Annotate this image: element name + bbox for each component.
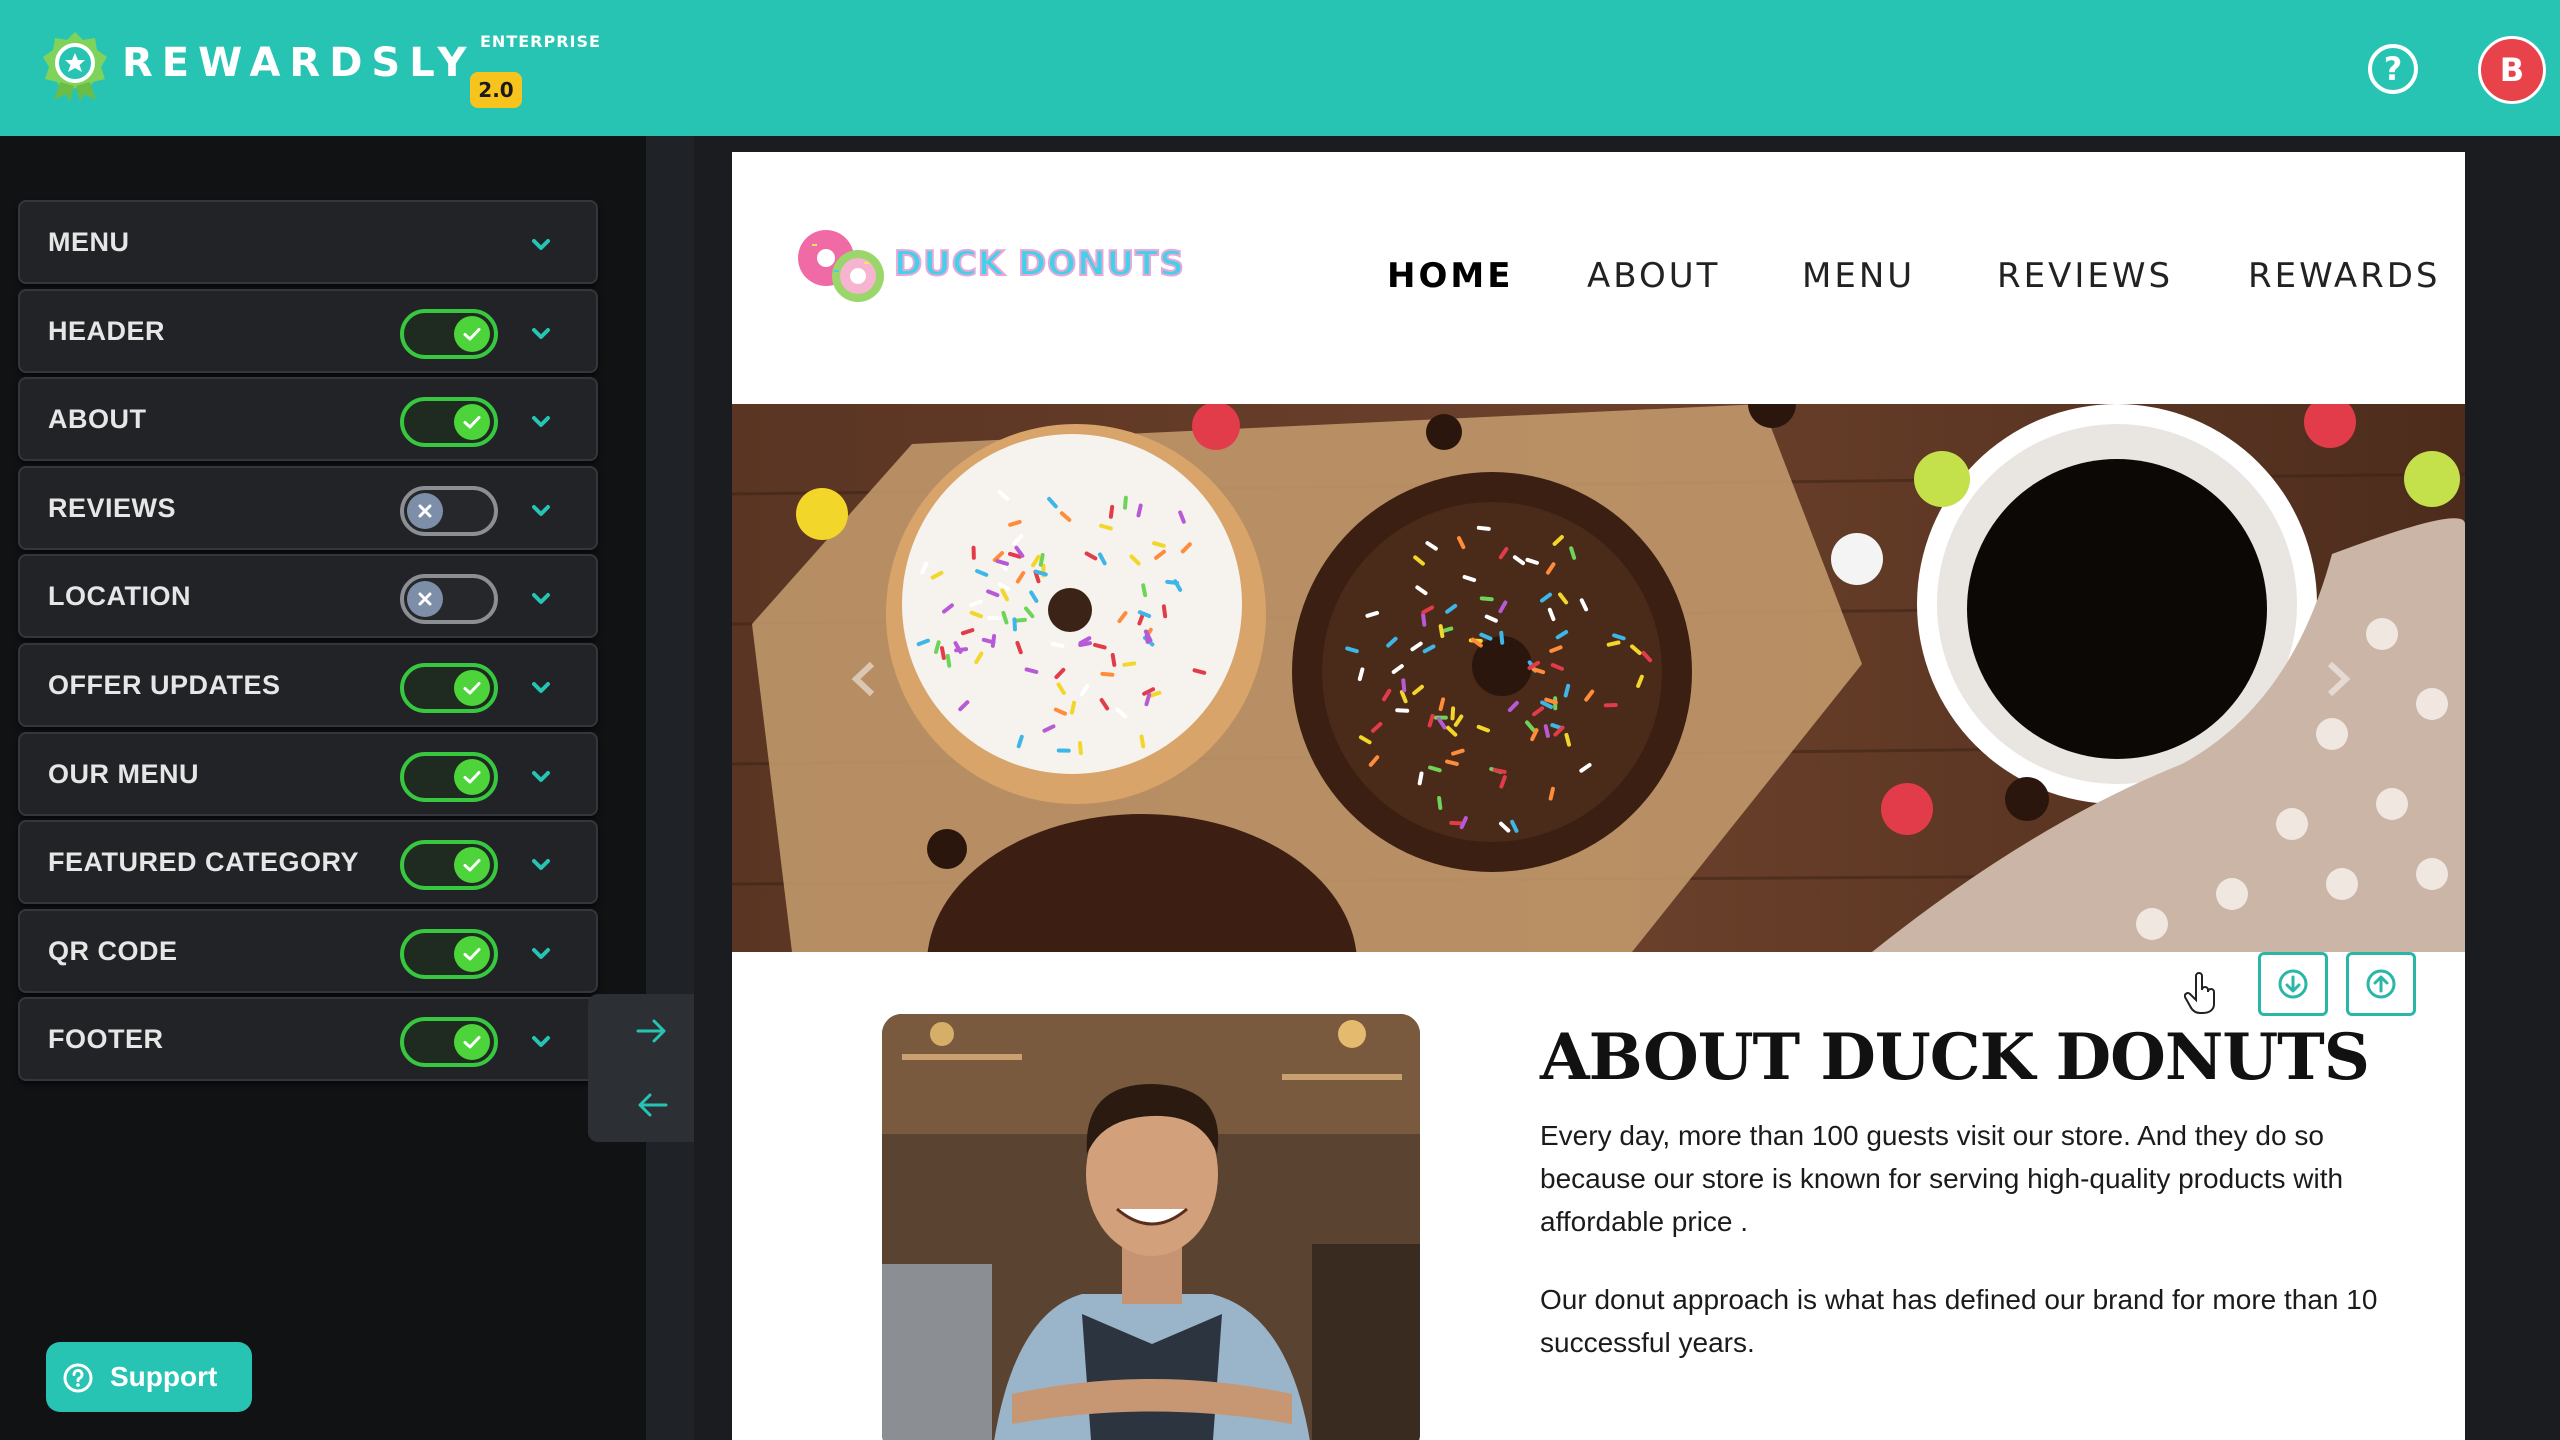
sprinkle — [1056, 748, 1071, 753]
sprinkle — [987, 615, 1002, 621]
barista-photo — [882, 1014, 1420, 1440]
about-paragraph-2: Our donut approach is what has defined o… — [1540, 1284, 2378, 1358]
check-icon — [454, 759, 490, 795]
chevron-down-icon[interactable] — [526, 939, 556, 969]
chevron-down-icon[interactable] — [526, 1027, 556, 1057]
section-toggle[interactable] — [400, 486, 498, 536]
donuts-coffee-photo — [732, 404, 2465, 952]
section-label: HEADER — [48, 316, 166, 346]
section-row-about[interactable]: ABOUT — [18, 377, 598, 461]
x-icon — [407, 581, 443, 617]
chevron-down-icon[interactable] — [526, 762, 556, 792]
help-icon[interactable]: ? — [2368, 44, 2418, 94]
sprinkle — [1395, 708, 1410, 713]
hand-cursor-icon — [2184, 972, 2215, 1014]
section-label: LOCATION — [48, 581, 191, 611]
sprinkle — [1603, 703, 1618, 708]
arrow-right-icon — [636, 1019, 666, 1043]
arrow-left-icon — [638, 1093, 668, 1117]
section-label: OUR MENU — [48, 759, 199, 789]
support-label: Support — [110, 1361, 218, 1392]
section-row-qr-code[interactable]: QR CODE — [18, 909, 598, 993]
section-label: ABOUT — [48, 404, 147, 434]
section-row-menu[interactable]: MENU — [18, 200, 598, 284]
move-section-up-button[interactable] — [2346, 952, 2416, 1016]
section-toggle[interactable] — [400, 1017, 498, 1067]
sprinkle — [1012, 617, 1017, 632]
section-toggle[interactable] — [400, 929, 498, 979]
site-preview: DUCK DONUTS HOME ABOUT MENU REVIEWS REWA… — [732, 152, 2465, 1440]
check-icon — [454, 404, 490, 440]
chevron-down-icon[interactable] — [526, 230, 556, 260]
donut-logo-icon — [798, 230, 884, 302]
about-paragraph-1: Every day, more than 100 guests visit ou… — [1540, 1120, 2344, 1237]
section-label: REVIEWS — [48, 493, 177, 523]
arrow-up-circle-icon — [2366, 969, 2396, 999]
site-logo[interactable]: DUCK DONUTS — [794, 222, 1214, 312]
section-row-reviews[interactable]: REVIEWS — [18, 466, 598, 550]
chevron-down-icon[interactable] — [526, 496, 556, 526]
section-label: QR CODE — [48, 936, 178, 966]
chevron-down-icon[interactable] — [526, 319, 556, 349]
about-photo — [882, 1014, 1420, 1440]
x-icon — [407, 493, 443, 529]
edition-label: ENTERPRISE — [480, 32, 601, 51]
rewardsly-logo-icon — [43, 32, 107, 102]
section-toggle[interactable] — [400, 574, 498, 624]
chevron-down-icon[interactable] — [526, 584, 556, 614]
chevron-down-icon[interactable] — [526, 407, 556, 437]
nav-rewards[interactable]: REWARDS — [2248, 256, 2441, 296]
section-label: MENU — [48, 227, 130, 257]
section-toggle[interactable] — [400, 840, 498, 890]
section-label: FEATURED CATEGORY — [48, 847, 359, 877]
nav-about[interactable]: ABOUT — [1587, 256, 1720, 296]
nav-home[interactable]: HOME — [1387, 256, 1513, 296]
move-section-down-button[interactable] — [2258, 952, 2328, 1016]
section-toggle[interactable] — [400, 663, 498, 713]
hero-image — [732, 404, 2465, 952]
panel-divider — [646, 136, 694, 1440]
section-row-header[interactable]: HEADER — [18, 289, 598, 373]
site-logo-text: DUCK DONUTS — [893, 243, 1185, 285]
about-title: ABOUT DUCK DONUTS — [1540, 1020, 2370, 1095]
section-label: OFFER UPDATES — [48, 670, 281, 700]
section-toggle[interactable] — [400, 309, 498, 359]
version-badge: 2.0 — [470, 72, 522, 108]
section-toggle[interactable] — [400, 752, 498, 802]
arrow-down-circle-icon — [2278, 969, 2308, 999]
check-icon — [454, 670, 490, 706]
nav-reviews[interactable]: REVIEWS — [1997, 256, 2173, 296]
help-circle-icon — [63, 1363, 93, 1393]
section-label: FOOTER — [48, 1024, 164, 1054]
chevron-down-icon[interactable] — [526, 850, 556, 880]
nav-menu[interactable]: MENU — [1802, 256, 1915, 296]
section-row-offer-updates[interactable]: OFFER UPDATES — [18, 643, 598, 727]
sprinkle — [971, 545, 976, 560]
brand-name: REWARDSLY — [122, 40, 476, 86]
check-icon — [454, 936, 490, 972]
section-row-footer[interactable]: FOOTER — [18, 997, 598, 1081]
section-row-location[interactable]: LOCATION — [18, 554, 598, 638]
section-row-our-menu[interactable]: OUR MENU — [18, 732, 598, 816]
section-row-featured-category[interactable]: FEATURED CATEGORY — [18, 820, 598, 904]
check-icon — [454, 1024, 490, 1060]
support-button[interactable]: Support — [46, 1342, 252, 1412]
user-avatar[interactable]: B — [2478, 36, 2546, 104]
check-icon — [454, 316, 490, 352]
section-toggle[interactable] — [400, 397, 498, 447]
chevron-down-icon[interactable] — [526, 673, 556, 703]
check-icon — [454, 847, 490, 883]
top-bar: REWARDSLY ENTERPRISE 2.0 ? B — [0, 0, 2560, 136]
